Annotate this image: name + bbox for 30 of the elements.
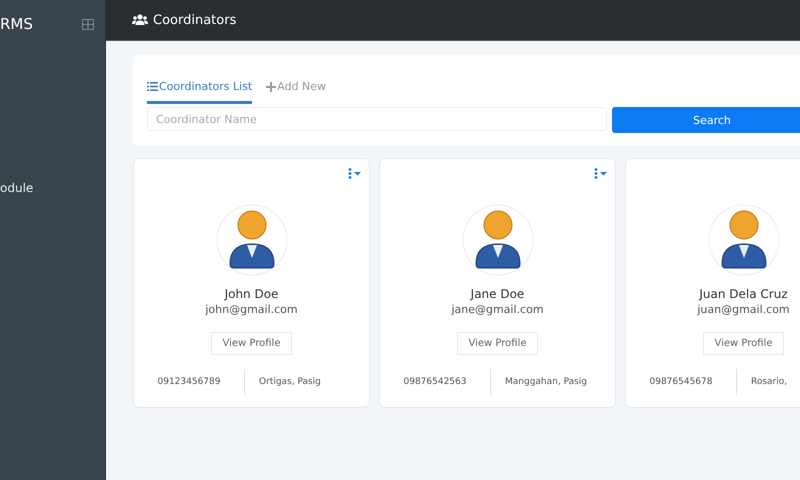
- coordinator-email: jane@gmail.com: [451, 303, 544, 316]
- options-icon[interactable]: [348, 168, 362, 179]
- search-button[interactable]: Search: [612, 107, 800, 133]
- users-icon: [132, 14, 148, 26]
- view-profile-button[interactable]: View Profile: [457, 332, 538, 355]
- coordinator-email: juan@gmail.com: [697, 303, 790, 316]
- coordinator-email: john@gmail.com: [205, 303, 298, 316]
- list-icon: [147, 82, 158, 91]
- options-icon[interactable]: [594, 168, 608, 179]
- location-text: Manggahan, Pasig: [490, 369, 615, 395]
- page-title: Coordinators: [153, 12, 236, 28]
- location-text: Rosario,: [736, 369, 800, 395]
- coordinator-name: Jane Doe: [470, 287, 524, 301]
- tab[interactable]: Coordinators List: [147, 74, 252, 104]
- plus-icon: [266, 82, 276, 92]
- coordinator-name: Juan Dela Cruz: [699, 287, 788, 301]
- view-profile-button[interactable]: View Profile: [211, 332, 292, 355]
- location-text: Ortigas, Pasig: [244, 369, 369, 395]
- phone-number: 09123456789: [156, 376, 222, 389]
- sidebar-item[interactable]: odule: [0, 181, 105, 195]
- brand-name: RMS: [0, 15, 33, 33]
- grid-icon[interactable]: [82, 18, 94, 30]
- search-field[interactable]: Coordinator Name: [147, 107, 607, 131]
- avatar-icon: [708, 204, 780, 276]
- view-profile-button[interactable]: View Profile: [703, 332, 784, 355]
- phone-number: 09876542563: [402, 376, 468, 389]
- coordinator-name: John Doe: [224, 287, 278, 301]
- phone-number: 09876545678: [648, 376, 714, 389]
- avatar-icon: [462, 204, 534, 276]
- avatar-icon: [216, 204, 288, 276]
